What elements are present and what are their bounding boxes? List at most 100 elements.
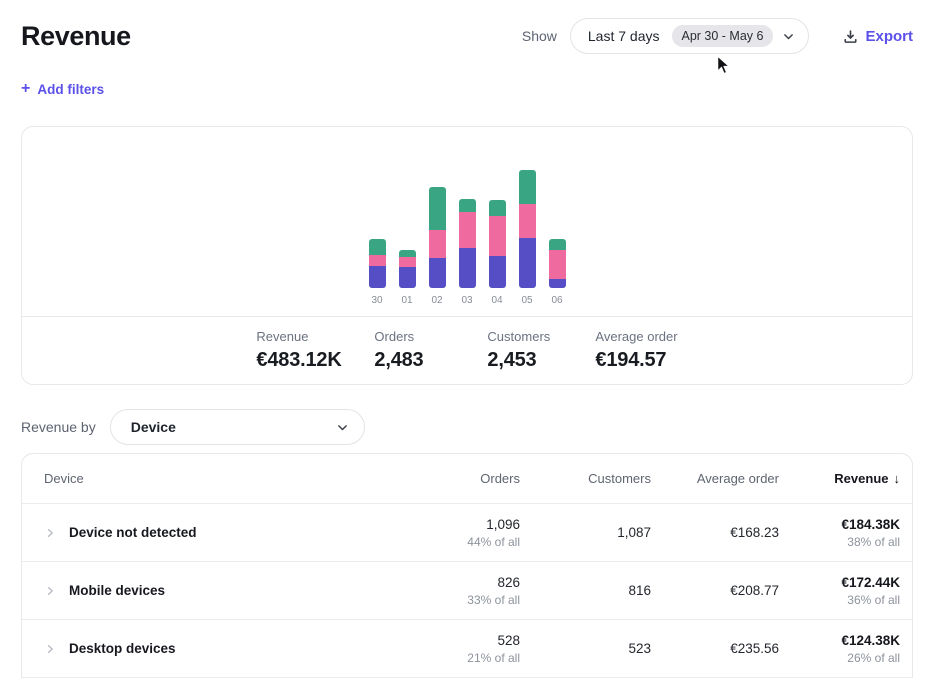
table-row[interactable]: Mobile devices82633% of all816€208.77€17… <box>22 562 912 620</box>
revenue-value: €124.38K <box>779 633 900 648</box>
bar-segment-top <box>489 200 506 216</box>
bar-column[interactable] <box>429 187 446 288</box>
bar-segment-middle <box>519 204 536 238</box>
customers-cell: 1,087 <box>520 525 651 540</box>
device-name: Desktop devices <box>69 641 176 656</box>
revenue-percent: 38% of all <box>779 535 900 549</box>
stat-item: Average order€194.57 <box>595 329 677 372</box>
revenue-value: €172.44K <box>779 575 900 590</box>
show-label: Show <box>522 28 557 44</box>
date-range-label: Last 7 days <box>588 28 660 44</box>
x-tick-label: 05 <box>519 295 536 306</box>
bar-column[interactable] <box>369 239 386 288</box>
bar-segment-top <box>549 239 566 250</box>
orders-percent: 44% of all <box>400 535 520 549</box>
stat-label: Orders <box>374 329 487 344</box>
orders-cell: 1,09644% of all <box>400 517 520 549</box>
add-filters-button[interactable]: + Add filters <box>21 81 104 97</box>
bar-segment-bottom <box>459 248 476 288</box>
chevron-down-icon <box>782 30 795 43</box>
device-name: Device not detected <box>69 525 197 540</box>
export-label: Export <box>865 28 913 45</box>
bar-segment-top <box>369 239 386 255</box>
bar-segment-bottom <box>399 267 416 288</box>
stat-label: Customers <box>487 329 595 344</box>
revenue-value: €184.38K <box>779 517 900 532</box>
stat-value: €483.12K <box>256 349 374 372</box>
revenue-by-device-table: Device Orders Customers Average order Re… <box>21 453 913 678</box>
table-row[interactable]: Desktop devices 52821% of all523€235.56€1… <box>22 620 912 678</box>
x-tick-label: 30 <box>369 295 386 306</box>
column-header-customers[interactable]: Customers <box>520 471 651 486</box>
revenue-by-control: Revenue by Device <box>21 409 928 445</box>
customers-cell: 523 <box>520 641 651 656</box>
device-cell: Device not detected <box>44 525 400 540</box>
header-controls: Show Last 7 days Apr 30 - May 6 Export <box>522 18 913 54</box>
average-order-cell: €208.77 <box>651 583 779 598</box>
bar-segment-top <box>519 170 536 204</box>
table-header-row: Device Orders Customers Average order Re… <box>22 454 912 504</box>
bar-segment-top <box>429 187 446 230</box>
x-tick-label: 06 <box>549 295 566 306</box>
stat-label: Revenue <box>256 329 374 344</box>
page-title: Revenue <box>21 21 131 52</box>
column-header-average-order[interactable]: Average order <box>651 471 779 486</box>
bar-column[interactable] <box>519 170 536 288</box>
mouse-cursor <box>716 55 731 81</box>
x-tick-label: 04 <box>489 295 506 306</box>
date-range-dropdown[interactable]: Last 7 days Apr 30 - May 6 <box>570 18 810 54</box>
revenue-cell: €172.44K 36% of all <box>779 575 900 607</box>
revenue-cell: €124.38K 26% of all <box>779 633 900 665</box>
x-tick-label: 01 <box>399 295 416 306</box>
bar-segment-middle <box>369 255 386 266</box>
dimension-selected: Device <box>131 419 176 435</box>
stat-item: Orders 2,483 <box>374 329 487 372</box>
column-header-revenue[interactable]: Revenue ↓ <box>779 471 900 486</box>
stat-value: 2,483 <box>374 349 487 372</box>
table-row[interactable]: Device not detected1,09644% of all1,087€… <box>22 504 912 562</box>
revenue-cell: €184.38K 38% of all <box>779 517 900 549</box>
revenue-percent: 26% of all <box>779 651 900 665</box>
device-name: Mobile devices <box>69 583 165 598</box>
orders-cell: 52821% of all <box>400 633 520 665</box>
column-header-orders[interactable]: Orders <box>400 471 520 486</box>
chevron-right-icon[interactable] <box>44 643 56 655</box>
device-cell: Desktop devices <box>44 641 400 656</box>
arrow-down-icon: ↓ <box>894 471 901 486</box>
average-order-cell: €168.23 <box>651 525 779 540</box>
bar-column[interactable] <box>489 200 506 288</box>
orders-value: 528 <box>400 633 520 648</box>
orders-value: 826 <box>400 575 520 590</box>
x-tick-label: 02 <box>429 295 446 306</box>
bar-segment-middle <box>399 257 416 267</box>
revenue-chart-card: 30 01 02 03 04 05 06 Revenue €483.12KOrders 2,48… <box>21 126 913 385</box>
bar-segment-bottom <box>429 258 446 288</box>
bar-segment-middle <box>429 230 446 258</box>
chevron-right-icon[interactable] <box>44 527 56 539</box>
stat-value: €194.57 <box>595 349 677 372</box>
bar-segment-middle <box>549 250 566 279</box>
bar-segment-middle <box>489 216 506 256</box>
bar-column[interactable] <box>399 250 416 288</box>
export-button[interactable]: Export <box>843 28 913 45</box>
page-header: Revenue Show Last 7 days Apr 30 - May 6 … <box>0 0 928 54</box>
date-range-badge: Apr 30 - May 6 <box>672 25 774 47</box>
bar-column[interactable] <box>459 199 476 288</box>
orders-percent: 33% of all <box>400 593 520 607</box>
plus-icon: + <box>21 81 30 97</box>
revenue-header-label: Revenue <box>834 471 888 486</box>
download-icon <box>843 29 858 44</box>
column-header-device[interactable]: Device <box>44 471 400 486</box>
stat-value: 2,453 <box>487 349 595 372</box>
bar-column[interactable] <box>549 239 566 288</box>
dimension-dropdown[interactable]: Device <box>110 409 365 445</box>
x-tick-label: 03 <box>459 295 476 306</box>
chevron-down-icon <box>336 421 349 434</box>
stat-item: Revenue €483.12K <box>256 329 374 372</box>
orders-cell: 826 33% of all <box>400 575 520 607</box>
revenue-by-label: Revenue by <box>21 419 96 435</box>
average-order-cell: €235.56 <box>651 641 779 656</box>
chevron-right-icon[interactable] <box>44 585 56 597</box>
revenue-percent: 36% of all <box>779 593 900 607</box>
bar-segment-middle <box>459 212 476 248</box>
